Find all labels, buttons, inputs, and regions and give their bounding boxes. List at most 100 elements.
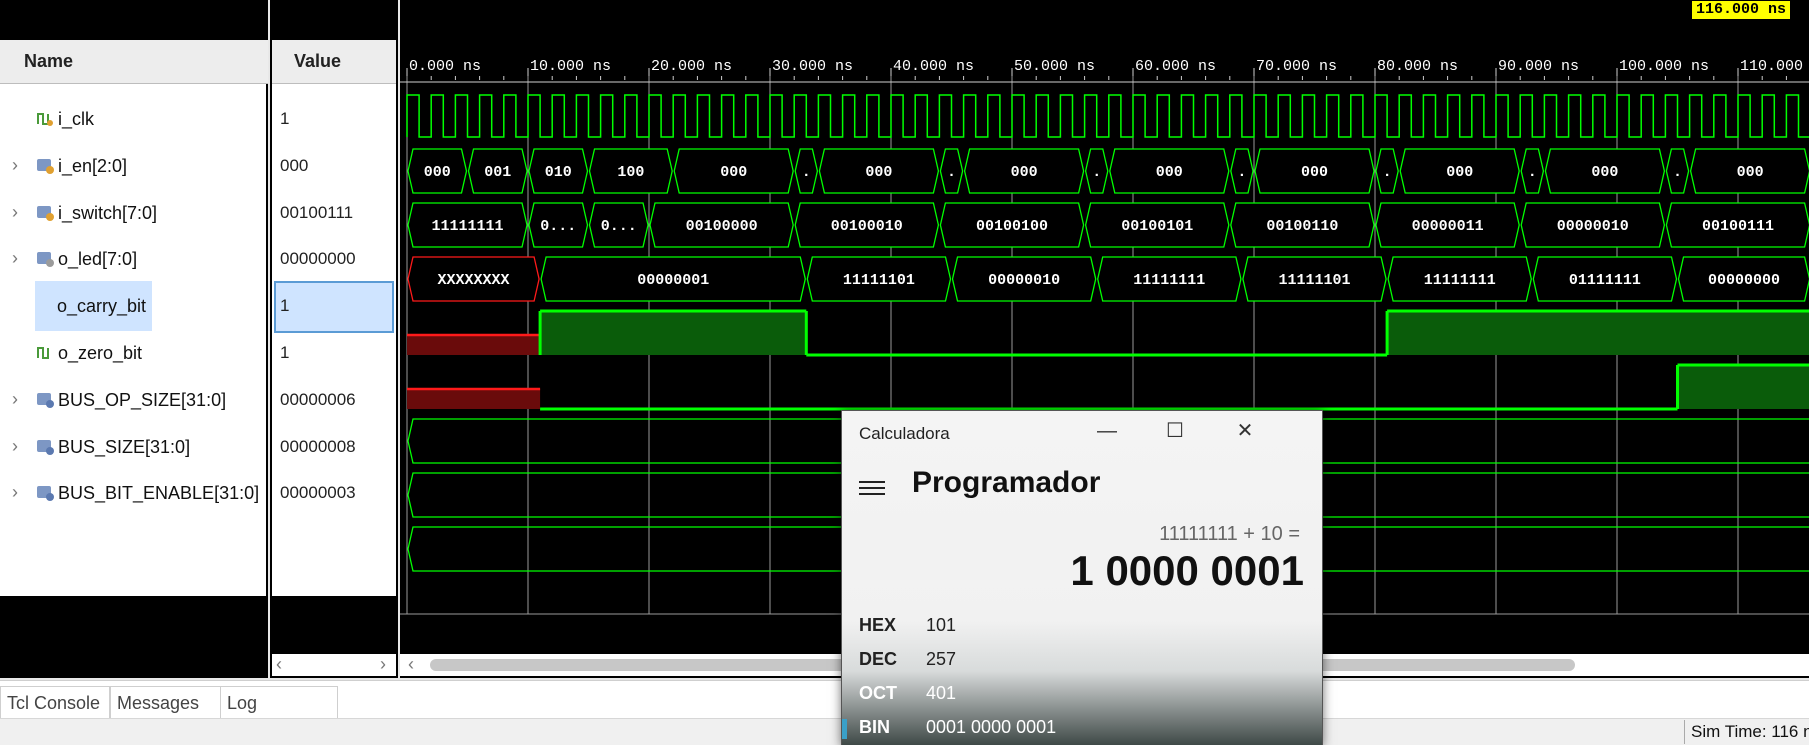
signal-name: o_carry_bit	[35, 281, 153, 332]
i-switch-value-label: 00000011	[1412, 218, 1484, 235]
parameter-bus-icon	[36, 438, 56, 456]
time-tick-label: 20.000 ns	[651, 58, 732, 75]
i-en-value-label: .	[1092, 164, 1101, 181]
expand-chevron-icon[interactable]: ›	[12, 249, 28, 267]
signal-names-list: i_clk › i_en[2:0] › i_switch[7:0] › o_led[7:0]…	[0, 84, 266, 596]
scroll-left-icon[interactable]: ‹	[408, 654, 414, 674]
tab-messages[interactable]: Messages	[110, 686, 222, 719]
o-carry-high-fill	[1387, 311, 1809, 355]
tab-log[interactable]: Log	[220, 686, 338, 719]
o-led-value-label: XXXXXXXX	[438, 272, 510, 289]
time-tick-label: 0.000 ns	[409, 58, 481, 75]
scroll-left-icon[interactable]: ‹	[276, 654, 282, 674]
calculator-result: 1 0000 0001	[1070, 547, 1304, 594]
base-label: DEC	[859, 649, 898, 669]
input-bus-icon	[36, 157, 56, 175]
signal-value: 1	[280, 343, 290, 362]
i-switch-value-label: 0...	[601, 218, 637, 235]
signal-name: i_clk	[58, 109, 95, 129]
hamburger-menu-icon[interactable]	[859, 481, 885, 499]
i-switch-value-label: 00100010	[831, 218, 903, 235]
output-bus-icon	[36, 250, 56, 268]
close-icon[interactable]: ✕	[1230, 419, 1260, 443]
i-en-value-label: .	[1528, 164, 1537, 181]
values-horizontal-scrollbar[interactable]: ‹ ›	[272, 654, 396, 676]
base-row-oct[interactable]: OCT 401	[842, 677, 1322, 711]
expand-chevron-icon[interactable]: ›	[12, 390, 28, 408]
calculator-window[interactable]: Calculadora — ☐ ✕ Programador 11111111 +…	[841, 410, 1323, 745]
signal-value: 000	[280, 155, 309, 175]
expand-chevron-icon[interactable]: ›	[12, 483, 28, 501]
o-zero-high-fill	[1677, 365, 1809, 409]
clock-waveform	[406, 94, 1809, 138]
time-tick-label: 10.000 ns	[530, 58, 611, 75]
signal-row[interactable]: › BUS_BIT_ENABLE[31:0]	[0, 466, 266, 520]
tab-tcl-console[interactable]: Tcl Console	[0, 686, 110, 719]
base-row-hex[interactable]: HEX 101	[842, 609, 1322, 643]
i-en-value-label: .	[802, 164, 811, 181]
time-tick-label: 60.000 ns	[1135, 58, 1216, 75]
o-carry-unknown-fill	[407, 335, 541, 355]
value-row[interactable]: 00000003	[272, 466, 396, 520]
minimize-icon[interactable]: —	[1092, 419, 1122, 443]
signal-name: i_en[2:0]	[58, 155, 128, 176]
time-tick-label: 50.000 ns	[1014, 58, 1095, 75]
signal-name: BUS_BIT_ENABLE[31:0]	[58, 483, 260, 504]
calculator-mode-title: Programador	[912, 466, 1101, 499]
names-scroll-area	[0, 596, 266, 678]
signal-value: 00000000	[280, 249, 356, 269]
parameter-bus-icon	[36, 484, 56, 502]
i-switch-value-label: 00000010	[1557, 218, 1629, 235]
base-row-dec[interactable]: DEC 257	[842, 643, 1322, 677]
i-switch-value-label: 0...	[540, 218, 576, 235]
i-en-value-label: .	[1237, 164, 1246, 181]
expand-chevron-icon[interactable]: ›	[12, 437, 28, 455]
signal-name: BUS_OP_SIZE[31:0]	[58, 389, 227, 410]
clock-signal-icon	[36, 110, 56, 128]
signal-values-list: 1 000 00100111 00000000 1 1 00000006 00000008 00…	[272, 84, 396, 596]
maximize-icon[interactable]: ☐	[1160, 419, 1190, 443]
scroll-right-icon[interactable]: ›	[380, 654, 386, 674]
o-led-value-label: 11111111	[1133, 272, 1205, 289]
base-value: 0001 0000 0001	[926, 717, 1057, 737]
base-value: 257	[926, 649, 957, 669]
i-en-value-label: 100	[617, 164, 644, 181]
i-en-value-label: .	[947, 164, 956, 181]
signal-name: i_switch[7:0]	[58, 202, 158, 223]
signal-name: o_led[7:0]	[58, 249, 138, 270]
bit-signal-icon	[36, 344, 56, 362]
o-led-value-label: 00000001	[637, 272, 709, 289]
i-en-value-label: 001	[484, 164, 511, 181]
base-value: 101	[926, 615, 957, 635]
active-base-indicator	[842, 719, 847, 739]
time-tick-label: 80.000 ns	[1377, 58, 1458, 75]
signal-name: o_zero_bit	[58, 343, 143, 363]
base-label: HEX	[859, 615, 897, 635]
signal-value: 1	[280, 109, 290, 128]
i-switch-value-label: 00100101	[1121, 218, 1193, 235]
o-zero-unknown-fill	[407, 389, 541, 409]
expand-chevron-icon[interactable]: ›	[12, 156, 28, 174]
i-en-value-label: .	[1383, 164, 1392, 181]
base-row-bin[interactable]: BIN 0001 0000 0001	[842, 711, 1322, 745]
signal-value: 1	[280, 296, 290, 316]
i-en-value-label: 000	[865, 164, 892, 181]
cursor-time-label: 116.000 ns	[1692, 1, 1791, 19]
signal-value: 00100111	[280, 202, 354, 222]
base-value: 401	[926, 683, 957, 703]
base-label: BIN	[859, 717, 890, 737]
i-en-value-label: 000	[424, 164, 451, 181]
o-led-value-label: 00000010	[988, 272, 1060, 289]
input-bus-icon	[36, 204, 56, 222]
signal-value: 00000006	[280, 389, 356, 409]
i-switch-value-label: 00100100	[976, 218, 1048, 235]
calculator-expression: 11111111 + 10 =	[1159, 523, 1300, 545]
signal-value: 00000008	[280, 436, 356, 456]
i-en-value-label: 000	[1737, 164, 1764, 181]
time-tick-label: 110.000	[1740, 58, 1803, 75]
i-switch-value-label: 00100111	[1702, 218, 1774, 235]
o-led-value-label: 11111101	[1278, 272, 1350, 289]
base-label: OCT	[859, 683, 897, 703]
time-tick-label: 90.000 ns	[1498, 58, 1579, 75]
expand-chevron-icon[interactable]: ›	[12, 203, 28, 221]
